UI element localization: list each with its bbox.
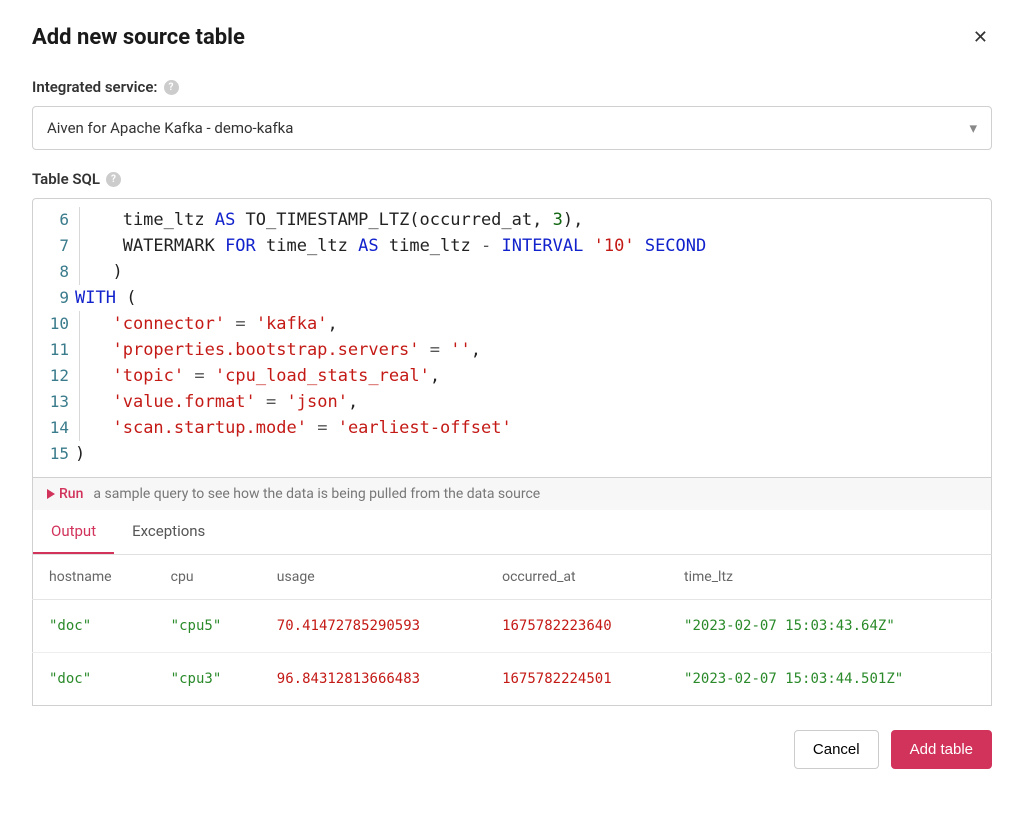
code-content: 'value.format' = 'json', <box>92 389 991 415</box>
indent-guide <box>79 363 80 389</box>
line-number: 12 <box>33 363 75 389</box>
code-line: 9WITH ( <box>33 285 991 311</box>
indent-guide <box>79 233 80 259</box>
help-icon[interactable]: ? <box>164 80 179 95</box>
run-label: Run <box>59 486 83 502</box>
modal-title: Add new source table <box>32 25 245 50</box>
code-content: 'topic' = 'cpu_load_stats_real', <box>92 363 991 389</box>
code-content: time_ltz AS TO_TIMESTAMP_LTZ(occurred_at… <box>92 207 991 233</box>
add-table-button[interactable]: Add table <box>891 730 992 769</box>
tab-output[interactable]: Output <box>33 510 114 554</box>
line-number: 15 <box>33 441 75 467</box>
indent-guide <box>79 207 80 233</box>
table-sql-label: Table SQL ? <box>32 170 121 188</box>
line-number: 8 <box>33 259 75 285</box>
result-tabs: Output Exceptions <box>32 510 992 555</box>
code-line: 11 'properties.bootstrap.servers' = '', <box>33 337 991 363</box>
line-number: 9 <box>33 285 75 311</box>
run-bar: Run a sample query to see how the data i… <box>32 477 992 511</box>
line-number: 14 <box>33 415 75 441</box>
code-line: 12 'topic' = 'cpu_load_stats_real', <box>33 363 991 389</box>
code-content: 'scan.startup.mode' = 'earliest-offset' <box>92 415 991 441</box>
code-line: 6 time_ltz AS TO_TIMESTAMP_LTZ(occurred_… <box>33 207 991 233</box>
line-number: 7 <box>33 233 75 259</box>
cell-time_ltz: "2023-02-07 15:03:43.64Z" <box>668 600 991 653</box>
code-line: 14 'scan.startup.mode' = 'earliest-offse… <box>33 415 991 441</box>
integrated-service-label: Integrated service: ? <box>32 78 179 96</box>
code-line: 13 'value.format' = 'json', <box>33 389 991 415</box>
line-number: 10 <box>33 311 75 337</box>
col-hostname: hostname <box>33 555 155 600</box>
add-source-table-modal: Add new source table ✕ Integrated servic… <box>0 0 1024 793</box>
chevron-down-icon: ▾ <box>969 119 977 137</box>
indent-guide <box>79 311 80 337</box>
integrated-service-select[interactable]: Aiven for Apache Kafka - demo-kafka ▾ <box>32 106 992 150</box>
table-row: "doc""cpu3"96.84312813666483167578222450… <box>33 653 992 706</box>
modal-footer: Cancel Add table <box>32 730 992 769</box>
cell-cpu: "cpu5" <box>155 600 261 653</box>
cell-occurred_at: 1675782224501 <box>486 653 668 706</box>
col-cpu: cpu <box>155 555 261 600</box>
indent-guide <box>79 389 80 415</box>
code-line: 8 ) <box>33 259 991 285</box>
line-number: 13 <box>33 389 75 415</box>
code-content: 'connector' = 'kafka', <box>92 311 991 337</box>
table-sql-label-text: Table SQL <box>32 170 100 188</box>
code-content: 'properties.bootstrap.servers' = '', <box>92 337 991 363</box>
play-icon <box>47 489 55 499</box>
tab-exceptions[interactable]: Exceptions <box>114 510 223 554</box>
code-content: ) <box>75 441 991 467</box>
run-button[interactable]: Run <box>47 486 83 502</box>
code-line: 15) <box>33 441 991 467</box>
sql-editor[interactable]: 6 time_ltz AS TO_TIMESTAMP_LTZ(occurred_… <box>32 198 992 478</box>
run-hint: a sample query to see how the data is be… <box>93 486 540 502</box>
integrated-service-field: Integrated service: ? Aiven for Apache K… <box>32 78 992 150</box>
close-button[interactable]: ✕ <box>969 24 992 50</box>
cell-usage: 96.84312813666483 <box>261 653 486 706</box>
indent-guide <box>79 337 80 363</box>
code-line: 10 'connector' = 'kafka', <box>33 311 991 337</box>
code-content: ) <box>92 259 991 285</box>
modal-header: Add new source table ✕ <box>32 24 992 50</box>
cell-cpu: "cpu3" <box>155 653 261 706</box>
cell-hostname: "doc" <box>33 600 155 653</box>
cell-hostname: "doc" <box>33 653 155 706</box>
indent-guide <box>79 415 80 441</box>
table-sql-field: Table SQL ? 6 time_ltz AS TO_TIMESTAMP_L… <box>32 170 992 706</box>
cell-usage: 70.41472785290593 <box>261 600 486 653</box>
result-table: hostnamecpuusageoccurred_attime_ltz "doc… <box>32 555 992 706</box>
cell-time_ltz: "2023-02-07 15:03:44.501Z" <box>668 653 991 706</box>
cell-occurred_at: 1675782223640 <box>486 600 668 653</box>
col-usage: usage <box>261 555 486 600</box>
code-content: WITH ( <box>75 285 991 311</box>
integrated-service-label-text: Integrated service: <box>32 78 158 96</box>
col-time_ltz: time_ltz <box>668 555 991 600</box>
indent-guide <box>79 259 80 285</box>
close-icon: ✕ <box>973 27 988 47</box>
cancel-button[interactable]: Cancel <box>794 730 879 769</box>
table-row: "doc""cpu5"70.41472785290593167578222364… <box>33 600 992 653</box>
line-number: 11 <box>33 337 75 363</box>
code-line: 7 WATERMARK FOR time_ltz AS time_ltz - I… <box>33 233 991 259</box>
line-number: 6 <box>33 207 75 233</box>
col-occurred_at: occurred_at <box>486 555 668 600</box>
code-content: WATERMARK FOR time_ltz AS time_ltz - INT… <box>92 233 991 259</box>
integrated-service-value: Aiven for Apache Kafka - demo-kafka <box>47 119 293 137</box>
help-icon[interactable]: ? <box>106 172 121 187</box>
